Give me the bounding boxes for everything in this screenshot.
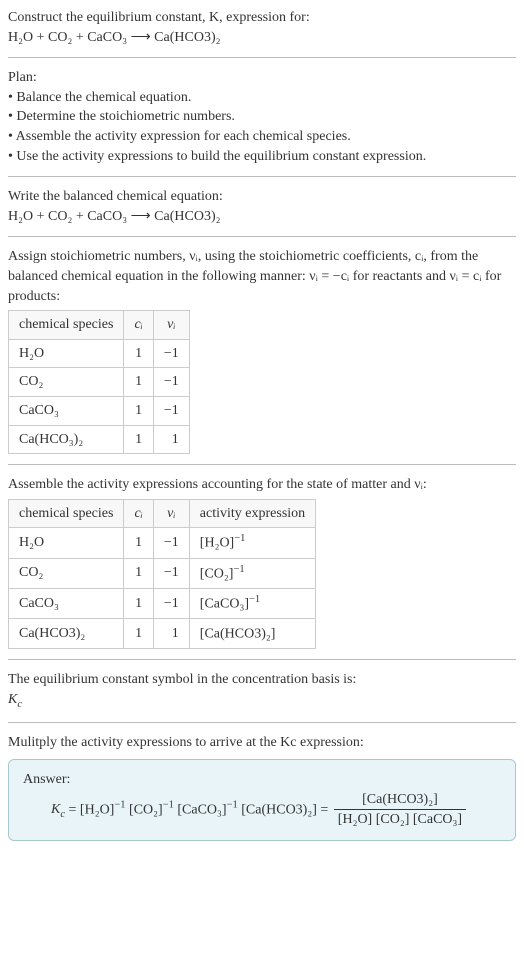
multiply-text: Mulitply the activity expressions to arr… bbox=[8, 733, 516, 753]
cell-activity: [H₂O]−1 bbox=[189, 528, 315, 558]
assign-section: Assign stoichiometric numbers, νᵢ, using… bbox=[8, 247, 516, 454]
cell-vi: −1 bbox=[153, 368, 189, 397]
answer-label: Answer: bbox=[23, 770, 501, 790]
fraction: [Ca(HCO3)₂] [H₂O] [CO₂] [CaCO₃] bbox=[334, 790, 466, 830]
divider bbox=[8, 57, 516, 58]
col-vi: νᵢ bbox=[153, 499, 189, 528]
balanced-equation: H₂O + CO₂ + CaCO₃ ⟶ Ca(HCO3)₂ bbox=[8, 207, 516, 227]
cell-ci: 1 bbox=[124, 588, 153, 618]
table-row: CO₂ 1 −1 [CO₂]−1 bbox=[9, 558, 316, 588]
table-row: H₂O 1 −1 [H₂O]−1 bbox=[9, 528, 316, 558]
activity-text: Assemble the activity expressions accoun… bbox=[8, 475, 516, 495]
cell-activity: [Ca(HCO3)₂] bbox=[189, 619, 315, 649]
activity-table: chemical species cᵢ νᵢ activity expressi… bbox=[8, 499, 316, 650]
cell-vi: 1 bbox=[153, 619, 189, 649]
symbol-text: The equilibrium constant symbol in the c… bbox=[8, 670, 516, 690]
table-row: Ca(HCO₃)₂ 1 1 bbox=[9, 425, 190, 454]
cell-vi: −1 bbox=[153, 558, 189, 588]
answer-box: Answer: Kc = [H₂O]−1 [CO₂]−1 [CaCO₃]−1 [… bbox=[8, 759, 516, 841]
table-row: CO₂ 1 −1 bbox=[9, 368, 190, 397]
col-species: chemical species bbox=[9, 311, 124, 340]
divider bbox=[8, 722, 516, 723]
intro-section: Construct the equilibrium constant, K, e… bbox=[8, 8, 516, 47]
intro-line1: Construct the equilibrium constant, K, e… bbox=[8, 8, 516, 28]
divider bbox=[8, 464, 516, 465]
cell-species: CO₂ bbox=[9, 368, 124, 397]
fraction-numerator: [Ca(HCO3)₂] bbox=[334, 790, 466, 811]
cell-species: CaCO₃ bbox=[9, 588, 124, 618]
col-ci: cᵢ bbox=[124, 311, 153, 340]
cell-vi: 1 bbox=[153, 425, 189, 454]
answer-expression: Kc = [H₂O]−1 [CO₂]−1 [CaCO₃]−1 [Ca(HCO3)… bbox=[23, 790, 501, 830]
plan-title: Plan: bbox=[8, 68, 516, 88]
plan-bullet: • Balance the chemical equation. bbox=[8, 88, 516, 108]
col-vi: νᵢ bbox=[153, 311, 189, 340]
cell-species: Ca(HCO3)₂ bbox=[9, 619, 124, 649]
divider bbox=[8, 236, 516, 237]
plan-bullet: • Assemble the activity expression for e… bbox=[8, 127, 516, 147]
cell-species: H₂O bbox=[9, 339, 124, 368]
activity-section: Assemble the activity expressions accoun… bbox=[8, 475, 516, 649]
symbol-section: The equilibrium constant symbol in the c… bbox=[8, 670, 516, 712]
assign-text: Assign stoichiometric numbers, νᵢ, using… bbox=[8, 247, 516, 306]
plan-bullet: • Use the activity expressions to build … bbox=[8, 147, 516, 167]
symbol-value: Kc bbox=[8, 690, 516, 712]
col-species: chemical species bbox=[9, 499, 124, 528]
table-row: CaCO₃ 1 −1 bbox=[9, 396, 190, 425]
cell-ci: 1 bbox=[124, 528, 153, 558]
cell-species: H₂O bbox=[9, 528, 124, 558]
table-header-row: chemical species cᵢ νᵢ activity expressi… bbox=[9, 499, 316, 528]
cell-species: CaCO₃ bbox=[9, 396, 124, 425]
table-header-row: chemical species cᵢ νᵢ bbox=[9, 311, 190, 340]
fraction-denominator: [H₂O] [CO₂] [CaCO₃] bbox=[334, 810, 466, 830]
balanced-section: Write the balanced chemical equation: H₂… bbox=[8, 187, 516, 226]
cell-ci: 1 bbox=[124, 396, 153, 425]
cell-vi: −1 bbox=[153, 396, 189, 425]
plan-section: Plan: • Balance the chemical equation. •… bbox=[8, 68, 516, 166]
cell-species: Ca(HCO₃)₂ bbox=[9, 425, 124, 454]
plan-bullet: • Determine the stoichiometric numbers. bbox=[8, 107, 516, 127]
stoich-table: chemical species cᵢ νᵢ H₂O 1 −1 CO₂ 1 −1… bbox=[8, 310, 190, 454]
cell-ci: 1 bbox=[124, 339, 153, 368]
col-ci: cᵢ bbox=[124, 499, 153, 528]
cell-ci: 1 bbox=[124, 619, 153, 649]
cell-activity: [CO₂]−1 bbox=[189, 558, 315, 588]
cell-ci: 1 bbox=[124, 558, 153, 588]
divider bbox=[8, 659, 516, 660]
cell-activity: [CaCO₃]−1 bbox=[189, 588, 315, 618]
table-row: Ca(HCO3)₂ 1 1 [Ca(HCO3)₂] bbox=[9, 619, 316, 649]
cell-species: CO₂ bbox=[9, 558, 124, 588]
cell-vi: −1 bbox=[153, 588, 189, 618]
intro-equation: H₂O + CO₂ + CaCO₃ ⟶ Ca(HCO3)₂ bbox=[8, 28, 516, 48]
cell-ci: 1 bbox=[124, 368, 153, 397]
table-row: H₂O 1 −1 bbox=[9, 339, 190, 368]
cell-vi: −1 bbox=[153, 528, 189, 558]
cell-vi: −1 bbox=[153, 339, 189, 368]
divider bbox=[8, 176, 516, 177]
multiply-section: Mulitply the activity expressions to arr… bbox=[8, 733, 516, 753]
cell-ci: 1 bbox=[124, 425, 153, 454]
table-row: CaCO₃ 1 −1 [CaCO₃]−1 bbox=[9, 588, 316, 618]
balanced-title: Write the balanced chemical equation: bbox=[8, 187, 516, 207]
col-activity: activity expression bbox=[189, 499, 315, 528]
